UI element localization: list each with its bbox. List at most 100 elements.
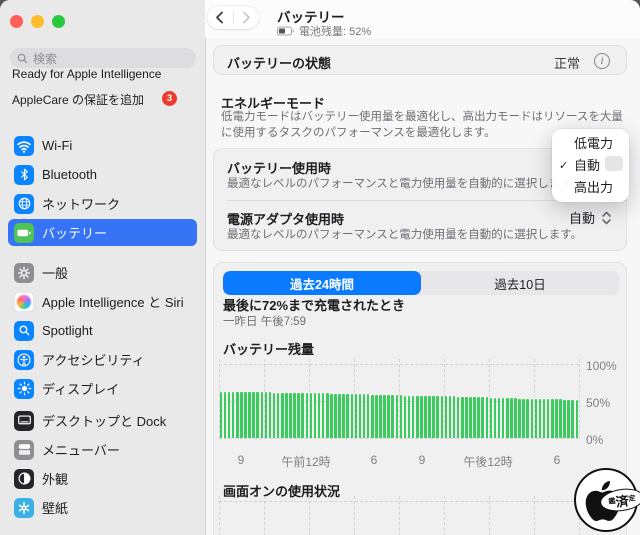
chart-bar	[383, 395, 386, 438]
chart-bar	[285, 393, 288, 438]
display-icon	[14, 379, 34, 399]
sidebar-item-label: 壁紙	[42, 498, 68, 517]
sidebar-item-label: デスクトップと Dock	[42, 411, 166, 430]
close-window-button[interactable]	[10, 15, 23, 28]
apple-intelligence-banner[interactable]: Ready for Apple Intelligence	[12, 67, 161, 81]
sidebar-item-label: Wi-Fi	[42, 138, 72, 153]
gear-icon	[14, 263, 34, 283]
system-settings-window: 検索 Ready for Apple Intelligence AppleCar…	[0, 0, 640, 535]
chart-bar	[424, 396, 427, 438]
chart-bar	[236, 392, 239, 438]
sidebar-item-network[interactable]: ネットワーク	[8, 190, 197, 217]
time-range-segmented-control: 過去24時間 過去10日	[223, 271, 619, 295]
search-icon	[17, 53, 28, 64]
on-adapter-label: 電源アダプタ使用時	[227, 209, 344, 228]
sidebar-item-desktop-dock[interactable]: デスクトップと Dock	[8, 407, 197, 434]
chart-bar	[535, 399, 538, 438]
sidebar-item-spotlight[interactable]: Spotlight	[8, 317, 197, 344]
chart-bar	[571, 400, 574, 438]
sidebar-item-wifi[interactable]: Wi-Fi	[8, 132, 197, 159]
chart-bar	[576, 400, 579, 438]
accessibility-icon	[14, 350, 34, 370]
chart-bar	[293, 393, 296, 438]
chart-bar	[314, 393, 317, 438]
sidebar-item-display[interactable]: ディスプレイ	[8, 375, 197, 402]
chart-bar	[228, 392, 231, 438]
sidebar-item-label: 一般	[42, 263, 68, 282]
chart-bar	[396, 395, 399, 438]
spotlight-icon	[14, 321, 34, 341]
chart-bar	[436, 396, 439, 438]
chart-bar	[338, 394, 341, 438]
menu-item-low-power[interactable]: 低電力	[552, 133, 629, 155]
chart-bar	[506, 398, 509, 438]
sidebar-item-bluetooth[interactable]: Bluetooth	[8, 161, 197, 188]
x-tick: 午前12時	[281, 453, 330, 470]
search-placeholder: 検索	[33, 50, 57, 67]
zoom-window-button[interactable]	[52, 15, 65, 28]
sidebar-item-appearance[interactable]: 外観	[8, 465, 197, 492]
chart-bar	[355, 394, 358, 438]
chart-bar	[469, 397, 472, 438]
chart-bar	[346, 394, 349, 438]
on-battery-description: 最適なレベルのパフォーマンスと電力使用量を自動的に選択します。	[227, 177, 582, 192]
sidebar-item-menubar[interactable]: メニューバー	[8, 436, 197, 463]
adapter-mode-value: 自動	[569, 208, 595, 227]
chart-bar	[461, 397, 464, 438]
chart-bar	[547, 399, 550, 438]
chart-bar	[391, 395, 394, 438]
search-input[interactable]: 検索	[10, 48, 196, 68]
chart-bar	[518, 399, 521, 438]
on-battery-label: バッテリー使用時	[227, 158, 331, 177]
desktop-dock-icon	[14, 411, 34, 431]
sidebar-item-accessibility[interactable]: アクセシビリティ	[8, 346, 197, 373]
sidebar-item-general[interactable]: 一般	[8, 259, 197, 286]
sidebar-item-wallpaper[interactable]: 壁紙	[8, 494, 197, 521]
menu-item-high-power[interactable]: 高出力	[552, 177, 629, 199]
x-tick: 9	[238, 453, 245, 467]
tab-last-24-hours[interactable]: 過去24時間	[223, 271, 421, 295]
x-tick: 6	[371, 453, 378, 467]
chart-bar	[265, 392, 268, 438]
globe-icon	[14, 194, 34, 214]
notification-badge: 3	[162, 91, 177, 106]
wifi-icon	[14, 136, 34, 156]
screen-on-usage-chart	[219, 501, 579, 535]
menu-item-automatic[interactable]: ✓ 自動	[552, 155, 629, 177]
last-charge-time: 一昨日 午後7:59	[223, 313, 306, 329]
chart-bar	[453, 396, 456, 438]
chart-bar	[486, 397, 489, 438]
adapter-mode-popup[interactable]: 自動	[569, 208, 612, 227]
chart-bar	[543, 399, 546, 438]
chart-bar	[441, 396, 444, 438]
chart-bar	[514, 398, 517, 438]
chart-bar	[306, 393, 309, 438]
forward-button[interactable]	[234, 6, 260, 29]
chevron-up-down-icon	[601, 211, 612, 225]
sidebar-item-label: 外観	[42, 469, 68, 488]
chart-bar	[375, 395, 378, 438]
appearance-icon	[14, 469, 34, 489]
info-icon[interactable]: i	[594, 53, 610, 69]
chart-bar	[551, 399, 554, 438]
chart-bar	[371, 395, 374, 439]
grid-line	[219, 364, 579, 365]
chart-bar	[269, 392, 272, 438]
sidebar-item-label: Spotlight	[42, 323, 93, 338]
chart-bar	[342, 394, 345, 438]
applecare-link[interactable]: AppleCare の保証を追加	[12, 91, 144, 108]
sidebar-item-apple-intelligence[interactable]: Apple Intelligence と Siri	[8, 288, 197, 315]
tab-last-10-days[interactable]: 過去10日	[421, 271, 619, 295]
sidebar-item-label: ネットワーク	[42, 194, 120, 213]
back-button[interactable]	[207, 6, 233, 29]
x-tick: 6	[554, 453, 561, 467]
sidebar-item-label: バッテリー	[42, 223, 107, 242]
sidebar-item-label: メニューバー	[42, 440, 120, 459]
on-adapter-description: 最適なレベルのパフォーマンスと電力使用量を自動的に選択します。	[227, 228, 582, 243]
chart-bar	[232, 392, 235, 438]
sidebar-item-battery[interactable]: バッテリー	[8, 219, 197, 246]
chart-bar	[256, 392, 259, 438]
minimize-window-button[interactable]	[31, 15, 44, 28]
chart-bar	[301, 393, 304, 438]
chart-bar	[224, 392, 227, 438]
